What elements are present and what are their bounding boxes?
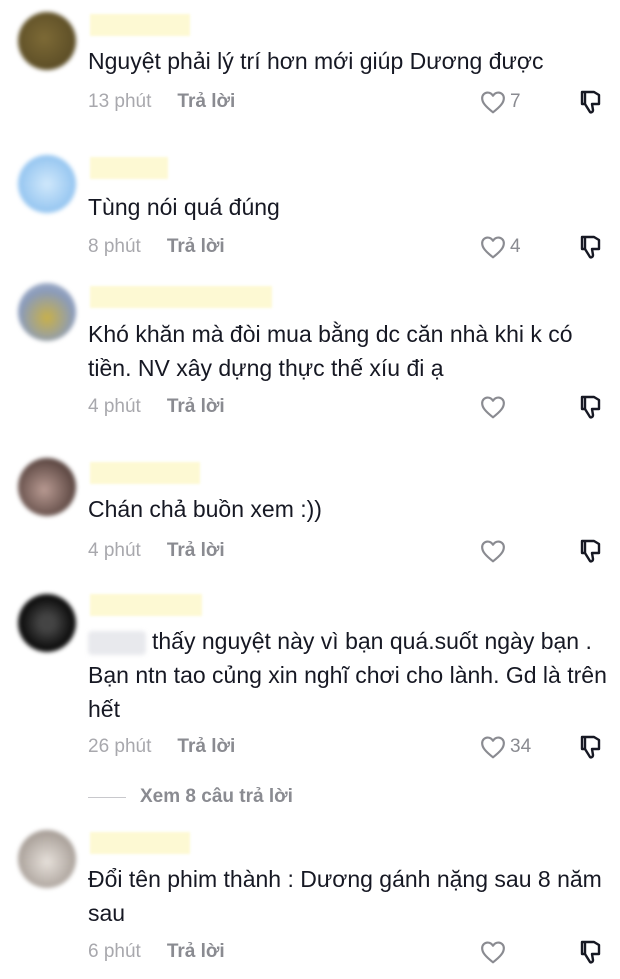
like-button[interactable]: 4: [480, 234, 521, 260]
view-replies-button[interactable]: Xem 8 câu trả lời: [88, 784, 293, 810]
comment-text: thấy nguyệt này vì bạn quá.suốt ngày bạn…: [88, 624, 608, 726]
mention-redacted: [88, 630, 146, 655]
avatar[interactable]: [18, 155, 76, 213]
like-button[interactable]: 7: [480, 89, 521, 115]
thumbs-down-icon[interactable]: [577, 89, 603, 115]
heart-outline-icon: [481, 540, 505, 563]
reply-button[interactable]: Trả lời: [167, 941, 225, 962]
comment-time: 8 phút: [88, 236, 141, 257]
comment-text: Đổi tên phim thành : Dương gánh nặng sau…: [88, 866, 602, 926]
comment-text: Nguyệt phải lý trí hơn mới giúp Dương đư…: [88, 48, 544, 74]
username-redacted: [90, 286, 272, 308]
like-button[interactable]: [480, 394, 506, 420]
comment-meta: 4 phút Trả lời: [88, 538, 225, 564]
thumbs-down-icon[interactable]: [577, 939, 603, 965]
heart-outline-icon: [481, 736, 505, 759]
comment-meta: 13 phút Trả lời: [88, 89, 235, 115]
like-button[interactable]: 34: [480, 734, 531, 760]
username-redacted: [90, 594, 202, 616]
avatar[interactable]: [18, 283, 76, 341]
divider: [88, 796, 126, 798]
like-button[interactable]: [480, 939, 506, 965]
comment-meta: 6 phút Trả lời: [88, 939, 225, 965]
comment-meta: 8 phút Trả lời: [88, 234, 225, 260]
avatar[interactable]: [18, 458, 76, 516]
comment-meta: 4 phút Trả lời: [88, 394, 225, 420]
heart-outline-icon: [481, 941, 505, 964]
heart-outline-icon: [481, 236, 505, 259]
comment-time: 26 phút: [88, 736, 152, 757]
view-replies-label: Xem 8 câu trả lời: [140, 786, 293, 807]
comment-time: 4 phút: [88, 540, 141, 561]
comment-text: Khó khăn mà đòi mua bằng dc căn nhà khi …: [88, 321, 573, 381]
heart-outline-icon: [481, 91, 505, 114]
heart-outline-icon: [481, 396, 505, 419]
reply-button[interactable]: Trả lời: [167, 236, 225, 257]
thumbs-down-icon[interactable]: [577, 234, 603, 260]
avatar[interactable]: [18, 830, 76, 888]
reply-button[interactable]: Trả lời: [167, 540, 225, 561]
thumbs-down-icon[interactable]: [577, 394, 603, 420]
username-redacted: [90, 462, 200, 484]
reply-button[interactable]: Trả lời: [177, 91, 235, 112]
username-redacted: [90, 157, 168, 179]
reply-button[interactable]: Trả lời: [177, 736, 235, 757]
comment-meta: 26 phút Trả lời: [88, 734, 235, 760]
comment-time: 4 phút: [88, 396, 141, 417]
like-count: 34: [510, 736, 532, 757]
comment-text: Chán chả buồn xem :)): [88, 496, 322, 522]
like-count: 7: [510, 91, 521, 112]
comment-text: Tùng nói quá đúng: [88, 194, 280, 220]
thumbs-down-icon[interactable]: [577, 734, 603, 760]
avatar[interactable]: [18, 12, 76, 70]
avatar[interactable]: [18, 594, 76, 652]
comment-text-body: thấy nguyệt này vì bạn quá.suốt ngày bạn…: [88, 628, 607, 722]
reply-button[interactable]: Trả lời: [167, 396, 225, 417]
thumbs-down-icon[interactable]: [577, 538, 603, 564]
comment-time: 13 phút: [88, 91, 152, 112]
username-redacted: [90, 832, 190, 854]
comment-time: 6 phút: [88, 941, 141, 962]
like-count: 4: [510, 236, 521, 257]
like-button[interactable]: [480, 538, 506, 564]
username-redacted: [90, 14, 190, 36]
